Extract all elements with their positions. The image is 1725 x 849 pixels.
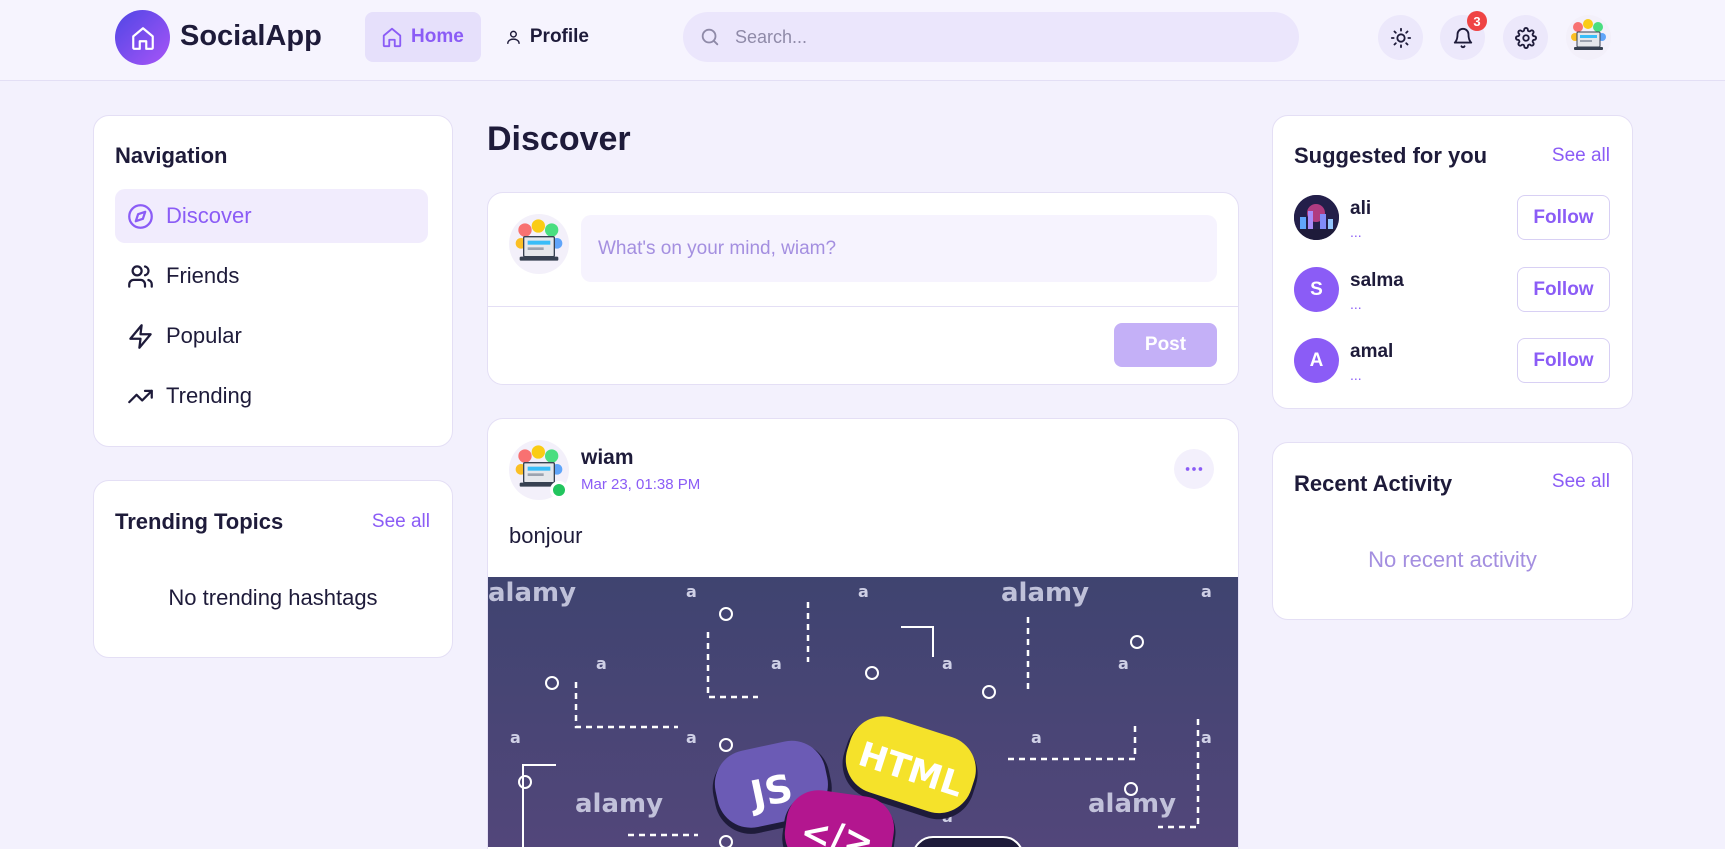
trending-topics-title: Trending Topics — [115, 509, 284, 534]
svg-text:a: a — [1201, 582, 1212, 601]
avatar-city-icon — [1294, 195, 1339, 240]
sidebar-item-discover[interactable]: Discover — [115, 189, 428, 243]
svg-text:alamy: alamy — [1088, 789, 1176, 819]
recent-activity-card: Recent Activity See all No recent activi… — [1272, 442, 1633, 620]
post-card: wiam Mar 23, 01:38 PM bonjour a a a a a … — [487, 418, 1239, 849]
svg-text:a: a — [1201, 728, 1212, 747]
post-author-avatar[interactable] — [509, 440, 569, 500]
post-text: bonjour — [509, 523, 583, 548]
suggested-card: Suggested for you See all ali ... Follow… — [1272, 115, 1633, 409]
coding-illustration: aaa aaaa aaaa aa alamyalamy alamyalamy J… — [488, 577, 1238, 847]
post-composer: Post — [487, 192, 1239, 385]
page-title: Discover — [487, 120, 631, 158]
trending-see-all-link[interactable]: See all — [372, 511, 430, 533]
theme-toggle-button[interactable] — [1378, 15, 1423, 60]
avatar[interactable]: A — [1294, 338, 1339, 383]
app-name[interactable]: SocialApp — [180, 20, 322, 53]
avatar[interactable] — [1294, 195, 1339, 240]
suggested-title: Suggested for you — [1294, 143, 1488, 168]
sidebar-item-label: Discover — [166, 203, 252, 228]
follow-button[interactable]: Follow — [1517, 338, 1610, 383]
sun-icon — [1390, 27, 1411, 48]
lightning-icon — [129, 323, 152, 349]
avatar-laptop-icon — [1571, 19, 1606, 50]
svg-text:a: a — [942, 654, 953, 673]
search-input[interactable] — [735, 26, 1235, 48]
more-horizontal-icon — [1185, 467, 1203, 471]
nav-profile-label: Profile — [529, 26, 589, 47]
svg-text:a: a — [510, 728, 521, 747]
nav-home-label: Home — [411, 26, 464, 47]
nav-home[interactable]: Home — [365, 12, 481, 62]
bell-icon — [1453, 27, 1472, 48]
post-timestamp: Mar 23, 01:38 PM — [581, 476, 701, 493]
sidebar-item-friends[interactable]: Friends — [115, 249, 428, 303]
sidebar-item-label: Popular — [166, 323, 242, 348]
app-logo[interactable] — [115, 10, 170, 65]
recent-activity-title: Recent Activity — [1294, 471, 1453, 496]
suggested-user-name[interactable]: amal — [1350, 341, 1393, 363]
svg-text:a: a — [1031, 728, 1042, 747]
user-avatar[interactable] — [1566, 15, 1611, 60]
post-button[interactable]: Post — [1114, 323, 1217, 367]
svg-text:a: a — [858, 582, 869, 601]
post-more-button[interactable] — [1174, 449, 1214, 489]
suggested-user-name[interactable]: ali — [1350, 198, 1371, 220]
compass-icon — [128, 203, 153, 229]
users-icon — [128, 264, 153, 288]
avatar-laptop-icon — [515, 219, 563, 261]
home-icon — [382, 27, 402, 48]
settings-button[interactable] — [1503, 15, 1548, 60]
sidebar-item-label: Friends — [166, 263, 240, 288]
notifications-button[interactable]: 3 — [1440, 11, 1487, 60]
svg-text:alamy: alamy — [575, 789, 663, 819]
search-bar — [683, 12, 1299, 62]
composer-avatar — [509, 214, 569, 274]
sidebar-item-trending[interactable]: Trending — [115, 369, 428, 423]
svg-text:a: a — [771, 654, 782, 673]
suggested-user-sub: ... — [1350, 224, 1362, 240]
sidebar-item-label: Trending — [166, 383, 253, 408]
activity-see-all-link[interactable]: See all — [1552, 471, 1610, 493]
user-icon — [507, 30, 520, 45]
svg-text:alamy: alamy — [488, 578, 576, 608]
home-icon — [131, 26, 154, 50]
svg-text:a: a — [686, 728, 697, 747]
svg-text:alamy: alamy — [1001, 578, 1089, 608]
navigation-card: Navigation Discover Friends Popular Tren… — [93, 115, 453, 447]
notification-badge: 3 — [1467, 11, 1487, 31]
suggested-user-name[interactable]: salma — [1350, 270, 1404, 292]
composer-divider — [488, 306, 1238, 307]
svg-text:a: a — [1118, 654, 1129, 673]
trending-topics-card: Trending Topics See all No trending hash… — [93, 480, 453, 658]
navigation-title: Navigation — [115, 143, 228, 168]
search-icon — [701, 28, 719, 46]
top-navbar: SocialApp Home Profile 3 — [0, 0, 1725, 81]
suggested-user-sub: ... — [1350, 367, 1362, 383]
suggested-user-sub: ... — [1350, 296, 1362, 312]
nav-profile[interactable]: Profile — [489, 12, 605, 62]
avatar[interactable]: S — [1294, 267, 1339, 312]
follow-button[interactable]: Follow — [1517, 195, 1610, 240]
online-status-dot — [550, 481, 568, 499]
trending-empty-text: No trending hashtags — [168, 585, 378, 610]
post-image[interactable]: aaa aaaa aaaa aa alamyalamy alamyalamy J… — [488, 577, 1238, 847]
post-author-name[interactable]: wiam — [581, 446, 634, 470]
follow-button[interactable]: Follow — [1517, 267, 1610, 312]
activity-empty-text: No recent activity — [1368, 547, 1537, 572]
gear-icon — [1514, 26, 1537, 49]
suggested-see-all-link[interactable]: See all — [1552, 145, 1610, 167]
svg-text:a: a — [686, 582, 697, 601]
trending-up-icon — [128, 389, 153, 403]
composer-input[interactable] — [581, 215, 1217, 282]
sidebar-item-popular[interactable]: Popular — [115, 309, 428, 363]
svg-text:a: a — [596, 654, 607, 673]
